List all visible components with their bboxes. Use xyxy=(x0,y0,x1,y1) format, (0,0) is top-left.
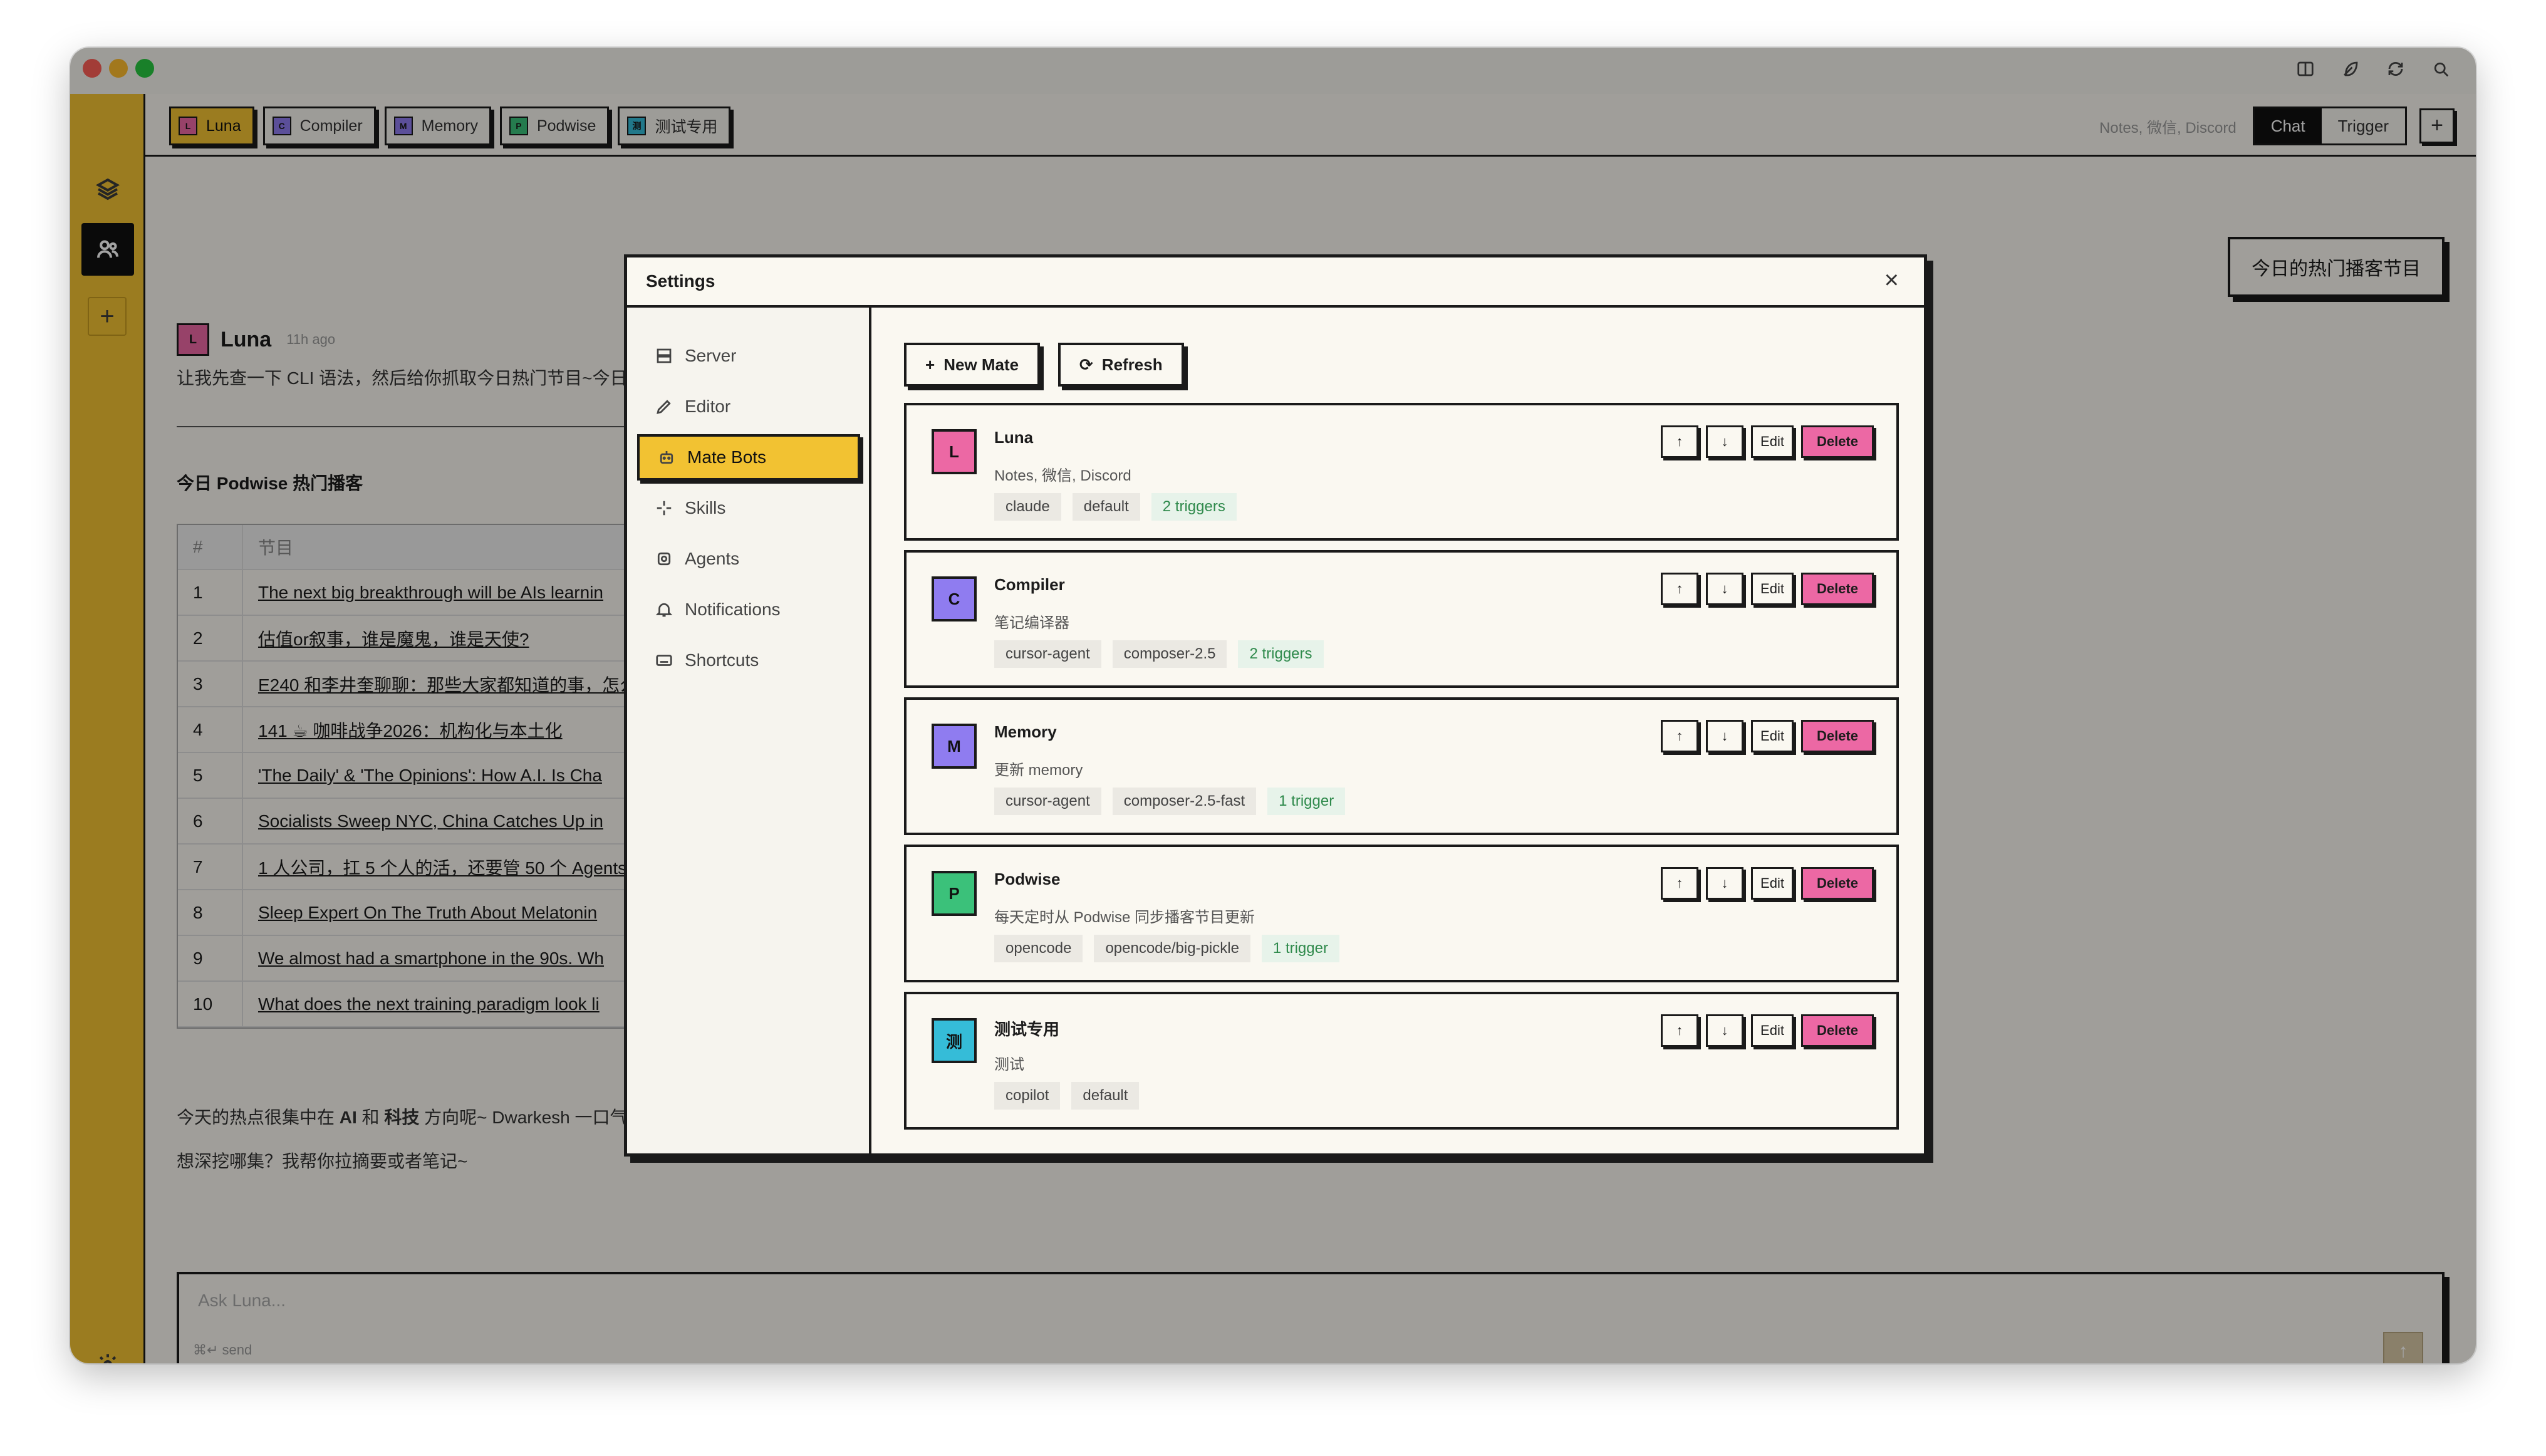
nav-item-server[interactable]: Server xyxy=(637,333,860,379)
mate-controls: ↑ ↓ Edit Delete xyxy=(1661,867,1874,900)
mate-tag: claude xyxy=(994,493,1061,521)
mate-tag: composer-2.5-fast xyxy=(1112,788,1257,815)
mate-tag: copilot xyxy=(994,1082,1061,1110)
server-icon xyxy=(657,348,672,363)
mate-tag: opencode/big-pickle xyxy=(1094,935,1250,962)
mate-name: Compiler xyxy=(994,575,1065,594)
refresh-icon: ⟳ xyxy=(1079,355,1093,374)
nav-item-mate-bots[interactable]: Mate Bots xyxy=(637,434,860,481)
edit-button[interactable]: Edit xyxy=(1751,573,1794,605)
mate-bots-panel: + New Mate ⟳ Refresh L Luna Notes, 微信, Disco… xyxy=(874,308,1924,1153)
nav-label: Notifications xyxy=(685,600,781,619)
move-down-button[interactable]: ↓ xyxy=(1706,867,1744,900)
trigger-count-tag[interactable]: 1 trigger xyxy=(1261,935,1339,962)
mate-avatar: L xyxy=(932,429,977,474)
nav-label: Agents xyxy=(685,549,740,568)
mate-name: Memory xyxy=(994,722,1057,741)
mate-name: Podwise xyxy=(994,870,1061,888)
mate-tags: copilot default xyxy=(994,1082,1140,1110)
mate-tag: opencode xyxy=(994,935,1083,962)
settings-nav: Server Editor Mate Bots Skills Agents Notific… xyxy=(627,308,871,1153)
mate-description: 笔记编译器 xyxy=(994,615,1069,632)
bot-icon xyxy=(660,451,673,464)
new-mate-button[interactable]: + New Mate xyxy=(904,343,1041,387)
bell-icon xyxy=(655,603,673,617)
edit-button[interactable]: Edit xyxy=(1751,720,1794,752)
trigger-count-tag[interactable]: 2 triggers xyxy=(1238,640,1324,668)
mate-description: 测试 xyxy=(994,1056,1024,1073)
mate-description: Notes, 微信, Discord xyxy=(994,467,1131,484)
refresh-button[interactable]: ⟳ Refresh xyxy=(1058,343,1184,387)
keyboard-icon xyxy=(656,655,672,666)
mate-card: 测测试专用测试 copilot default ↑ ↓ Edit Delete xyxy=(904,992,1899,1130)
trigger-count-tag[interactable]: 1 trigger xyxy=(1267,788,1346,815)
pencil-icon xyxy=(657,400,671,414)
delete-button[interactable]: Delete xyxy=(1800,1014,1874,1047)
mate-card: P Podwise 每天定时从 Podwise 同步播客节目更新 opencode op… xyxy=(904,845,1899,982)
move-down-button[interactable]: ↓ xyxy=(1706,1014,1744,1047)
move-down-button[interactable]: ↓ xyxy=(1706,720,1744,752)
nav-item-agents[interactable]: Agents xyxy=(637,536,860,582)
mate-controls: ↑ ↓ Edit Delete xyxy=(1661,720,1874,752)
mate-tags: claude default 2 triggers xyxy=(994,493,1237,521)
sparkle-icon xyxy=(657,501,672,516)
delete-button[interactable]: Delete xyxy=(1800,573,1874,605)
delete-button[interactable]: Delete xyxy=(1800,425,1874,458)
move-up-button[interactable]: ↑ xyxy=(1661,720,1699,752)
move-down-button[interactable]: ↓ xyxy=(1706,573,1744,605)
mate-tags: opencode opencode/big-pickle 1 trigger xyxy=(994,935,1339,962)
nav-item-notifications[interactable]: Notifications xyxy=(637,586,860,633)
trigger-count-tag[interactable]: 2 triggers xyxy=(1151,493,1237,521)
refresh-label: Refresh xyxy=(1101,355,1163,374)
nav-item-skills[interactable]: Skills xyxy=(637,485,860,531)
move-up-button[interactable]: ↑ xyxy=(1661,573,1699,605)
mate-controls: ↑ ↓ Edit Delete xyxy=(1661,425,1874,458)
move-up-button[interactable]: ↑ xyxy=(1661,1014,1699,1047)
settings-modal: Settings × Server Editor Mate Bots Skills Ag… xyxy=(624,254,1927,1157)
close-icon[interactable]: × xyxy=(1884,266,1899,294)
modal-title: Settings xyxy=(646,271,715,291)
mate-controls: ↑ ↓ Edit Delete xyxy=(1661,1014,1874,1047)
agent-icon xyxy=(657,552,671,566)
mate-description: 每天定时从 Podwise 同步播客节目更新 xyxy=(994,909,1255,926)
mate-tag: cursor-agent xyxy=(994,788,1101,815)
mate-avatar: P xyxy=(932,871,977,916)
move-up-button[interactable]: ↑ xyxy=(1661,425,1699,458)
move-down-button[interactable]: ↓ xyxy=(1706,425,1744,458)
move-up-button[interactable]: ↑ xyxy=(1661,867,1699,900)
modal-header: Settings × xyxy=(627,257,1924,308)
mate-card: L Luna Notes, 微信, Discord claude default 2 tr… xyxy=(904,403,1899,541)
mate-card: C Compiler 笔记编译器 cursor-agent composer-2.5 2 … xyxy=(904,550,1899,688)
delete-button[interactable]: Delete xyxy=(1800,720,1874,752)
mate-tags: cursor-agent composer-2.5-fast 1 trigger xyxy=(994,788,1346,815)
plus-icon: + xyxy=(925,355,935,374)
mate-tags: cursor-agent composer-2.5 2 triggers xyxy=(994,640,1324,668)
nav-item-editor[interactable]: Editor xyxy=(637,383,860,430)
mate-card: M Memory 更新 memory cursor-agent composer-2.5… xyxy=(904,697,1899,835)
mate-tag: default xyxy=(1071,1082,1140,1110)
edit-button[interactable]: Edit xyxy=(1751,1014,1794,1047)
delete-button[interactable]: Delete xyxy=(1800,867,1874,900)
mate-tag: default xyxy=(1072,493,1140,521)
nav-label: Editor xyxy=(685,397,731,416)
mate-avatar: C xyxy=(932,576,977,621)
mate-name: Luna xyxy=(994,428,1034,447)
mate-description: 更新 memory xyxy=(994,762,1083,779)
mate-tag: composer-2.5 xyxy=(1112,640,1227,668)
mate-controls: ↑ ↓ Edit Delete xyxy=(1661,573,1874,605)
mate-tag: cursor-agent xyxy=(994,640,1101,668)
app-window: + L Luna C Compiler M Memory P Podwise 测测试专用 Not… xyxy=(70,48,2476,1363)
mate-avatar: 测 xyxy=(932,1018,977,1063)
nav-item-shortcuts[interactable]: Shortcuts xyxy=(637,637,860,684)
edit-button[interactable]: Edit xyxy=(1751,425,1794,458)
edit-button[interactable]: Edit xyxy=(1751,867,1794,900)
mate-name: 测试专用 xyxy=(994,1020,1060,1039)
nav-label: Server xyxy=(685,346,737,365)
nav-label: Mate Bots xyxy=(687,447,767,467)
mate-avatar: M xyxy=(932,724,977,769)
nav-label: Shortcuts xyxy=(685,650,759,670)
new-mate-label: New Mate xyxy=(943,355,1019,374)
nav-label: Skills xyxy=(685,498,726,517)
